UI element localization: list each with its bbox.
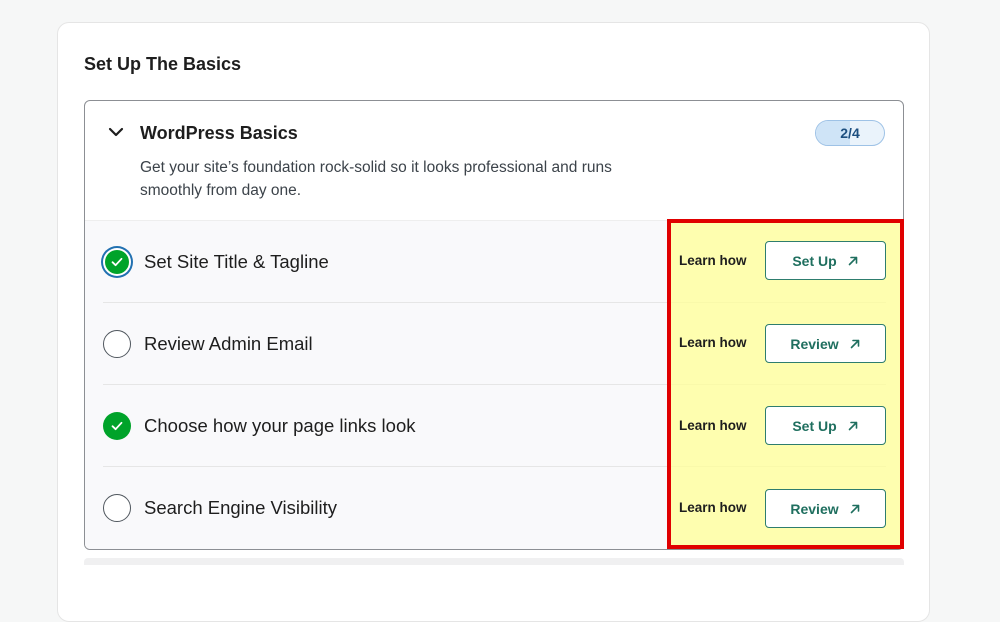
next-card-edge: [84, 558, 904, 565]
button-label: Review: [790, 335, 839, 352]
card-header[interactable]: WordPress Basics Get your site’s foundat…: [85, 101, 903, 220]
progress-badge: 2/4: [815, 120, 885, 146]
check-icon[interactable]: [105, 250, 129, 274]
task-label: Set Site Title & Tagline: [144, 251, 329, 272]
arrow-up-right-icon: [847, 420, 859, 432]
learn-how-link-search-visibility[interactable]: Learn how: [679, 499, 747, 517]
setup-button-permalinks[interactable]: Set Up: [765, 406, 886, 445]
card-title: WordPress Basics: [140, 123, 298, 143]
task-label: Choose how your page links look: [144, 415, 416, 436]
learn-how-link-admin-email[interactable]: Learn how: [679, 334, 747, 352]
card-description: Get your site’s foundation rock-solid so…: [140, 159, 612, 199]
learn-how-link-permalinks[interactable]: Learn how: [679, 417, 747, 435]
button-label: Review: [790, 500, 839, 517]
button-label: Set Up: [792, 252, 837, 269]
section-title: Set Up The Basics: [84, 54, 242, 74]
unchecked-circle-icon[interactable]: [103, 330, 131, 358]
arrow-up-right-icon: [847, 255, 859, 267]
unchecked-circle-icon[interactable]: [103, 494, 131, 522]
review-button-admin-email[interactable]: Review: [765, 324, 886, 363]
review-button-search-visibility[interactable]: Review: [765, 489, 886, 528]
arrow-up-right-icon: [849, 503, 861, 515]
arrow-up-right-icon: [849, 338, 861, 350]
setup-button-site-title[interactable]: Set Up: [765, 241, 886, 280]
learn-how-link-site-title[interactable]: Learn how: [679, 252, 747, 270]
button-label: Set Up: [792, 417, 837, 434]
progress-count: 2/4: [840, 125, 860, 141]
task-label: Review Admin Email: [144, 333, 313, 354]
task-label: Search Engine Visibility: [144, 497, 337, 518]
check-icon[interactable]: [103, 412, 131, 440]
chevron-down-icon[interactable]: [107, 123, 125, 141]
